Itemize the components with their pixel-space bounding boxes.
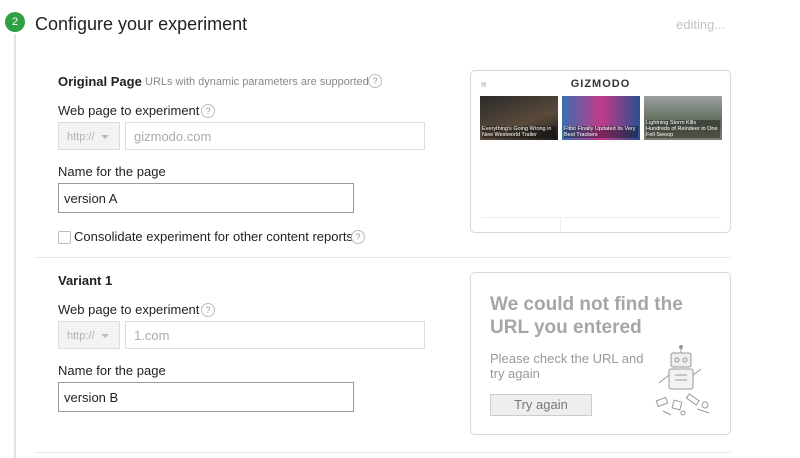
error-title: We could not find the URL you entered xyxy=(490,294,683,338)
article-caption: Everything's Going Wrong in New Westworl… xyxy=(482,126,556,138)
help-icon[interactable]: ? xyxy=(201,104,215,118)
dynamic-params-hint: URLs with dynamic parameters are support… xyxy=(145,76,372,88)
chevron-down-icon xyxy=(101,135,109,139)
chevron-down-icon xyxy=(101,334,109,338)
original-page-preview: ▤ GIZMODO Everything's Going Wrong in Ne… xyxy=(470,70,731,233)
article-caption: Fitbit Finally Updated Its Very Best Tra… xyxy=(564,126,638,138)
try-again-button[interactable]: Try again xyxy=(490,394,592,416)
help-icon[interactable]: ? xyxy=(368,74,382,88)
variant-heading: Variant 1 xyxy=(58,273,113,288)
variant-name-input[interactable]: version B xyxy=(58,382,354,412)
section-divider xyxy=(35,257,731,258)
editing-status: editing... xyxy=(676,17,726,32)
original-url-input[interactable]: gizmodo.com xyxy=(125,122,425,150)
help-icon[interactable]: ? xyxy=(201,303,215,317)
protocol-value: http:// xyxy=(67,131,95,143)
section-divider xyxy=(35,452,731,453)
original-protocol-select[interactable]: http:// xyxy=(58,122,120,150)
preview-footer-separator xyxy=(560,217,561,231)
step-title: Configure your experiment xyxy=(35,14,248,34)
variant-protocol-select[interactable]: http:// xyxy=(58,321,120,349)
error-message: Please check the URL and try again xyxy=(490,351,644,381)
preview-article-thumb: Fitbit Finally Updated Its Very Best Tra… xyxy=(562,96,640,140)
preview-article-thumb: Everything's Going Wrong in New Westworl… xyxy=(480,96,558,140)
step-timeline xyxy=(14,34,16,458)
article-caption: Lightning Storm Kills Hundreds of Reinde… xyxy=(646,120,720,138)
url-not-found-card: We could not find the URL you entered Pl… xyxy=(470,272,731,435)
preview-footer-rule xyxy=(481,217,720,218)
site-brand-logo: GIZMODO xyxy=(570,78,631,90)
variant-url-label: Web page to experiment xyxy=(58,302,200,317)
original-name-input[interactable]: version A xyxy=(58,183,354,213)
help-icon[interactable]: ? xyxy=(351,230,365,244)
original-page-heading: Original Page xyxy=(58,74,142,89)
original-url-label: Web page to experiment xyxy=(58,103,200,118)
original-name-label: Name for the page xyxy=(58,164,166,179)
consolidate-checkbox[interactable] xyxy=(58,231,71,244)
preview-article-thumb: Lightning Storm Kills Hundreds of Reinde… xyxy=(644,96,722,140)
broken-robot-icon xyxy=(655,345,710,416)
consolidate-label: Consolidate experiment for other content… xyxy=(74,229,353,244)
step-number-badge: 2 xyxy=(5,12,25,32)
variant-url-input[interactable]: 1.com xyxy=(125,321,425,349)
variant-name-label: Name for the page xyxy=(58,363,166,378)
protocol-value: http:// xyxy=(67,330,95,342)
